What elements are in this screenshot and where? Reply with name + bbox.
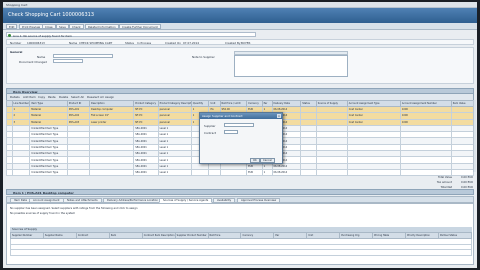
- item-detail-title: Item 1 | POS-A01 Desktop computer: [13, 191, 74, 195]
- close-icon[interactable]: ×: [277, 114, 281, 118]
- check-button[interactable]: Check: [69, 24, 84, 29]
- created-on-value: 07.07.2014: [183, 41, 200, 45]
- related-information-button[interactable]: Related Information: [85, 24, 119, 29]
- sources-of-supply-table: Supplier Number Supplier Name Contract Item…: [10, 232, 473, 256]
- save-button[interactable]: Save: [56, 24, 69, 29]
- table-cell: [88, 168, 135, 177]
- table-cell: [315, 168, 348, 177]
- add-item-button[interactable]: Add Item: [23, 95, 36, 99]
- item-detail-header[interactable]: Item 1 | POS-A01 Desktop computer: [6, 189, 474, 195]
- copy-button[interactable]: Copy: [38, 95, 45, 99]
- assign-button[interactable]: Assign: [105, 95, 114, 99]
- document-changed-field[interactable]: [53, 59, 83, 63]
- paste-button[interactable]: Paste: [48, 95, 56, 99]
- page-title: Check Shopping Cart 1000006313: [8, 12, 95, 18]
- info-text-2: No possible sources of supply found in t…: [10, 212, 76, 215]
- created-by-label: Created By: [225, 41, 241, 45]
- name-label: Name: [69, 41, 78, 45]
- total-label: Total Value: [437, 176, 452, 179]
- detail-tab-strip: Item Data Account Assignment Notes and Att…: [6, 196, 474, 203]
- message-text: Line 1: No source of supply found for it…: [13, 33, 72, 38]
- select-all-button[interactable]: Select All: [71, 95, 84, 99]
- table-cell: [399, 168, 452, 177]
- main-toolbar: Edit Print Preview Close Save Check Rela…: [3, 23, 477, 30]
- table-cell: Unidentified Item Type: [29, 168, 68, 177]
- supplier-label: Supplier: [204, 124, 216, 128]
- table-cell: [219, 168, 248, 177]
- table-row[interactable]: [10, 249, 472, 256]
- table-cell: 06.08.2014: [271, 168, 302, 177]
- vertical-scrollbar[interactable]: [473, 100, 476, 172]
- note-to-supplier-textarea[interactable]: [234, 55, 348, 77]
- general-form: General Name Document Changed Note to Su…: [6, 47, 474, 84]
- supplier-input[interactable]: [224, 123, 254, 127]
- delete-button[interactable]: Delete: [59, 95, 68, 99]
- contract-label: Contract: [204, 131, 217, 135]
- table-row[interactable]: Unidentified Item Type SEA-0001Level 1 EUR…: [6, 168, 475, 177]
- table-cell: [190, 168, 210, 177]
- table-cell: [208, 168, 221, 177]
- table-cell: SEA-0001: [133, 168, 159, 177]
- status-value: In Process: [137, 41, 152, 45]
- print-preview-button[interactable]: Print Preview: [19, 24, 44, 29]
- assign-supplier-dialog: Assign Supplier and Contract × Supplier …: [199, 112, 283, 164]
- total-value: 0.00 EUR: [461, 181, 473, 184]
- details-button[interactable]: Details: [10, 95, 20, 99]
- table-cell: EUR: [246, 168, 263, 177]
- created-on-label: Created On: [165, 41, 181, 45]
- total-label: Tax amount: [436, 181, 452, 184]
- number-value: 1000006313: [27, 41, 45, 45]
- close-button[interactable]: Close: [42, 24, 56, 29]
- info-icon: [8, 34, 11, 37]
- document-changed-label: Document Changed: [19, 60, 47, 64]
- ok-button[interactable]: OK: [250, 158, 260, 163]
- contract-input[interactable]: [224, 130, 238, 134]
- general-heading: General: [10, 50, 23, 54]
- name-field-label: Name: [37, 55, 46, 59]
- info-text-1: No supplier has been assigned. Select su…: [10, 207, 138, 210]
- page-header: Check Shopping Cart 1000006313: [3, 8, 477, 23]
- edit-button[interactable]: Edit: [6, 24, 18, 29]
- number-label: Number: [10, 41, 22, 45]
- table-cell: [300, 168, 317, 177]
- name-field[interactable]: [53, 54, 113, 58]
- total-value: 0.00 EUR: [461, 176, 473, 179]
- table-cell: 1: [261, 168, 273, 177]
- document-meta-bar: Number 1000006313 Name CHECK SHOPPING CA…: [6, 39, 474, 45]
- sources-of-supply-panel: No supplier has been assigned. Select su…: [6, 203, 474, 265]
- table-cell: Level 1: [157, 168, 192, 177]
- created-by-value: BUYER: [241, 41, 251, 45]
- table-cell: [450, 168, 475, 177]
- table-cell: [346, 168, 401, 177]
- table-cell: [66, 168, 90, 177]
- browser-window: Shopping Cart Check Shopping Cart 100000…: [3, 2, 477, 268]
- name-value: CHECK SHOPPING CART: [79, 41, 113, 45]
- message-bar: Line 1: No source of supply found for it…: [6, 32, 256, 38]
- deselect-all-button[interactable]: Deselect All: [87, 95, 104, 99]
- create-further-document-button[interactable]: Create Further Document: [119, 24, 161, 29]
- cancel-button[interactable]: Cancel: [260, 158, 275, 163]
- dialog-title: Assign Supplier and Contract: [200, 113, 282, 119]
- table-cell: [11, 168, 31, 177]
- window-title: Shopping Cart: [6, 3, 28, 7]
- status-label: Status: [125, 41, 134, 45]
- note-to-supplier-label: Note to Supplier: [192, 55, 215, 59]
